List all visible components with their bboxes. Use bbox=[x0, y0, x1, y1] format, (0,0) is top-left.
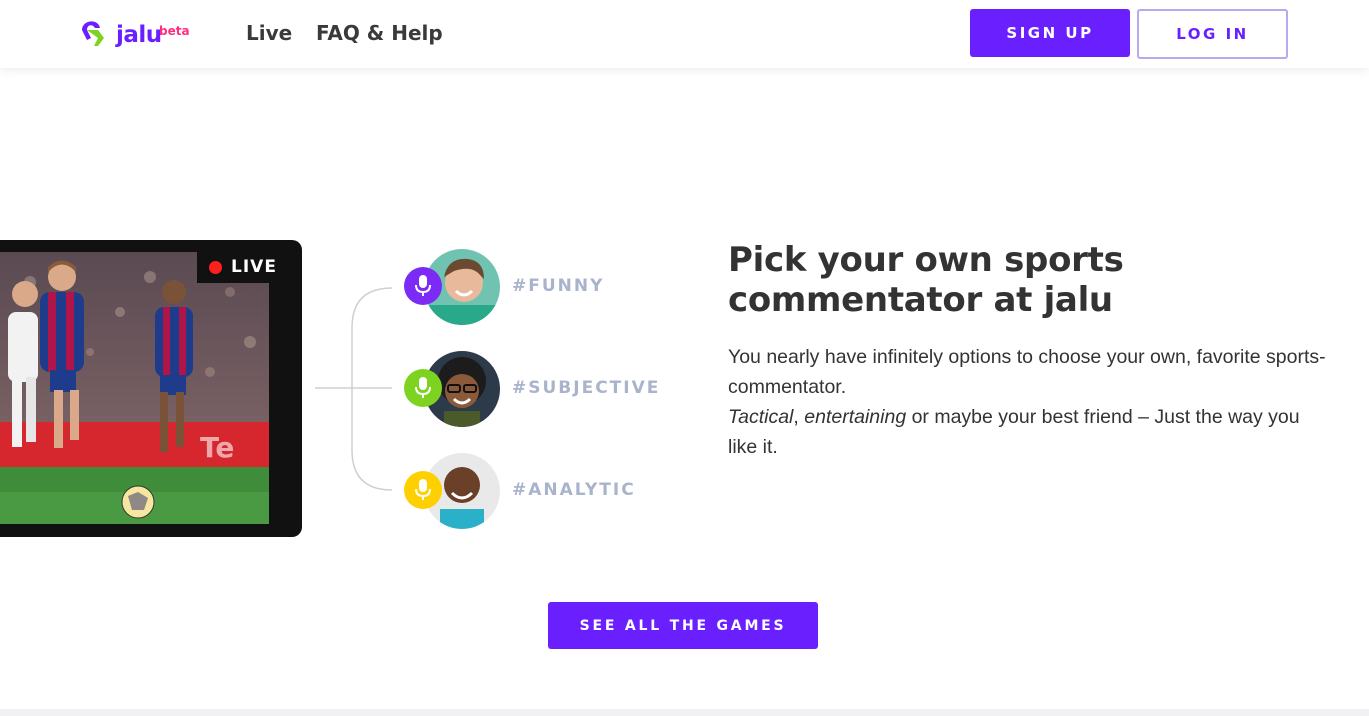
next-section-edge bbox=[0, 709, 1369, 716]
nav-faq-help[interactable]: FAQ & Help bbox=[316, 21, 443, 45]
section-description: You nearly have infinitely options to ch… bbox=[728, 342, 1328, 462]
commentator-funny[interactable]: #FUNNY bbox=[404, 249, 704, 329]
description-emphasis-entertaining: entertaining bbox=[804, 406, 907, 428]
log-in-button[interactable]: LOG IN bbox=[1137, 9, 1288, 59]
microphone-icon bbox=[404, 369, 442, 407]
description-emphasis-tactical: Tactical bbox=[728, 406, 794, 428]
microphone-icon bbox=[404, 471, 442, 509]
live-dot-icon bbox=[209, 261, 222, 274]
commentator-subjective[interactable]: #SUBJECTIVE bbox=[404, 351, 704, 431]
nav-live[interactable]: Live bbox=[246, 21, 292, 45]
sign-up-button[interactable]: SIGN UP bbox=[970, 9, 1130, 57]
commentator-tag: #FUNNY bbox=[512, 276, 605, 296]
logo-wordmark[interactable]: jalu bbox=[116, 22, 162, 48]
connector-lines bbox=[315, 287, 393, 491]
svg-text:Te: Te bbox=[200, 431, 234, 464]
live-badge: LIVE bbox=[197, 251, 289, 283]
see-all-games-button[interactable]: SEE ALL THE GAMES bbox=[548, 602, 818, 649]
beta-badge: beta bbox=[159, 24, 190, 38]
section-heading: Pick your own sports commentator at jalu bbox=[728, 240, 1124, 320]
commentator-analytic[interactable]: #ANALYTIC bbox=[404, 453, 704, 533]
site-header: jalu beta Live FAQ & Help SIGN UP LOG IN bbox=[0, 0, 1369, 68]
live-label: LIVE bbox=[231, 257, 277, 277]
microphone-icon bbox=[404, 267, 442, 305]
description-separator: , bbox=[793, 406, 805, 428]
live-video-thumbnail[interactable]: Te bbox=[0, 252, 269, 524]
description-line-1: You nearly have infinitely options to ch… bbox=[728, 346, 1326, 398]
commentator-tag: #ANALYTIC bbox=[512, 480, 636, 500]
tablet-frame: Te bbox=[0, 240, 302, 537]
commentator-tag: #SUBJECTIVE bbox=[512, 378, 661, 398]
